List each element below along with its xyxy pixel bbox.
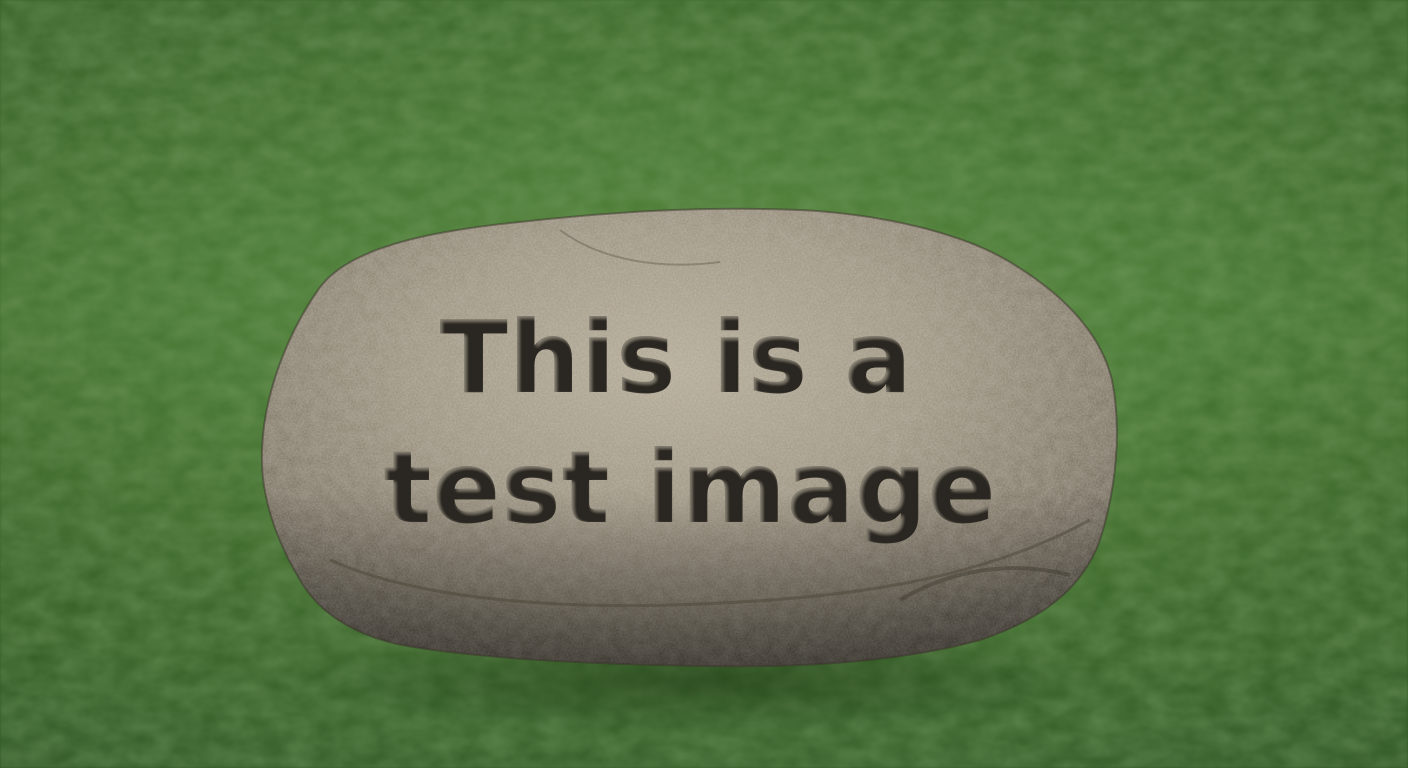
carved-rock: This is a test image: [260, 207, 1118, 668]
carved-text-line-2: test image: [383, 429, 996, 546]
carved-text-line-1: This is a: [439, 299, 912, 416]
photo-scene: This is a test image: [0, 0, 1408, 768]
